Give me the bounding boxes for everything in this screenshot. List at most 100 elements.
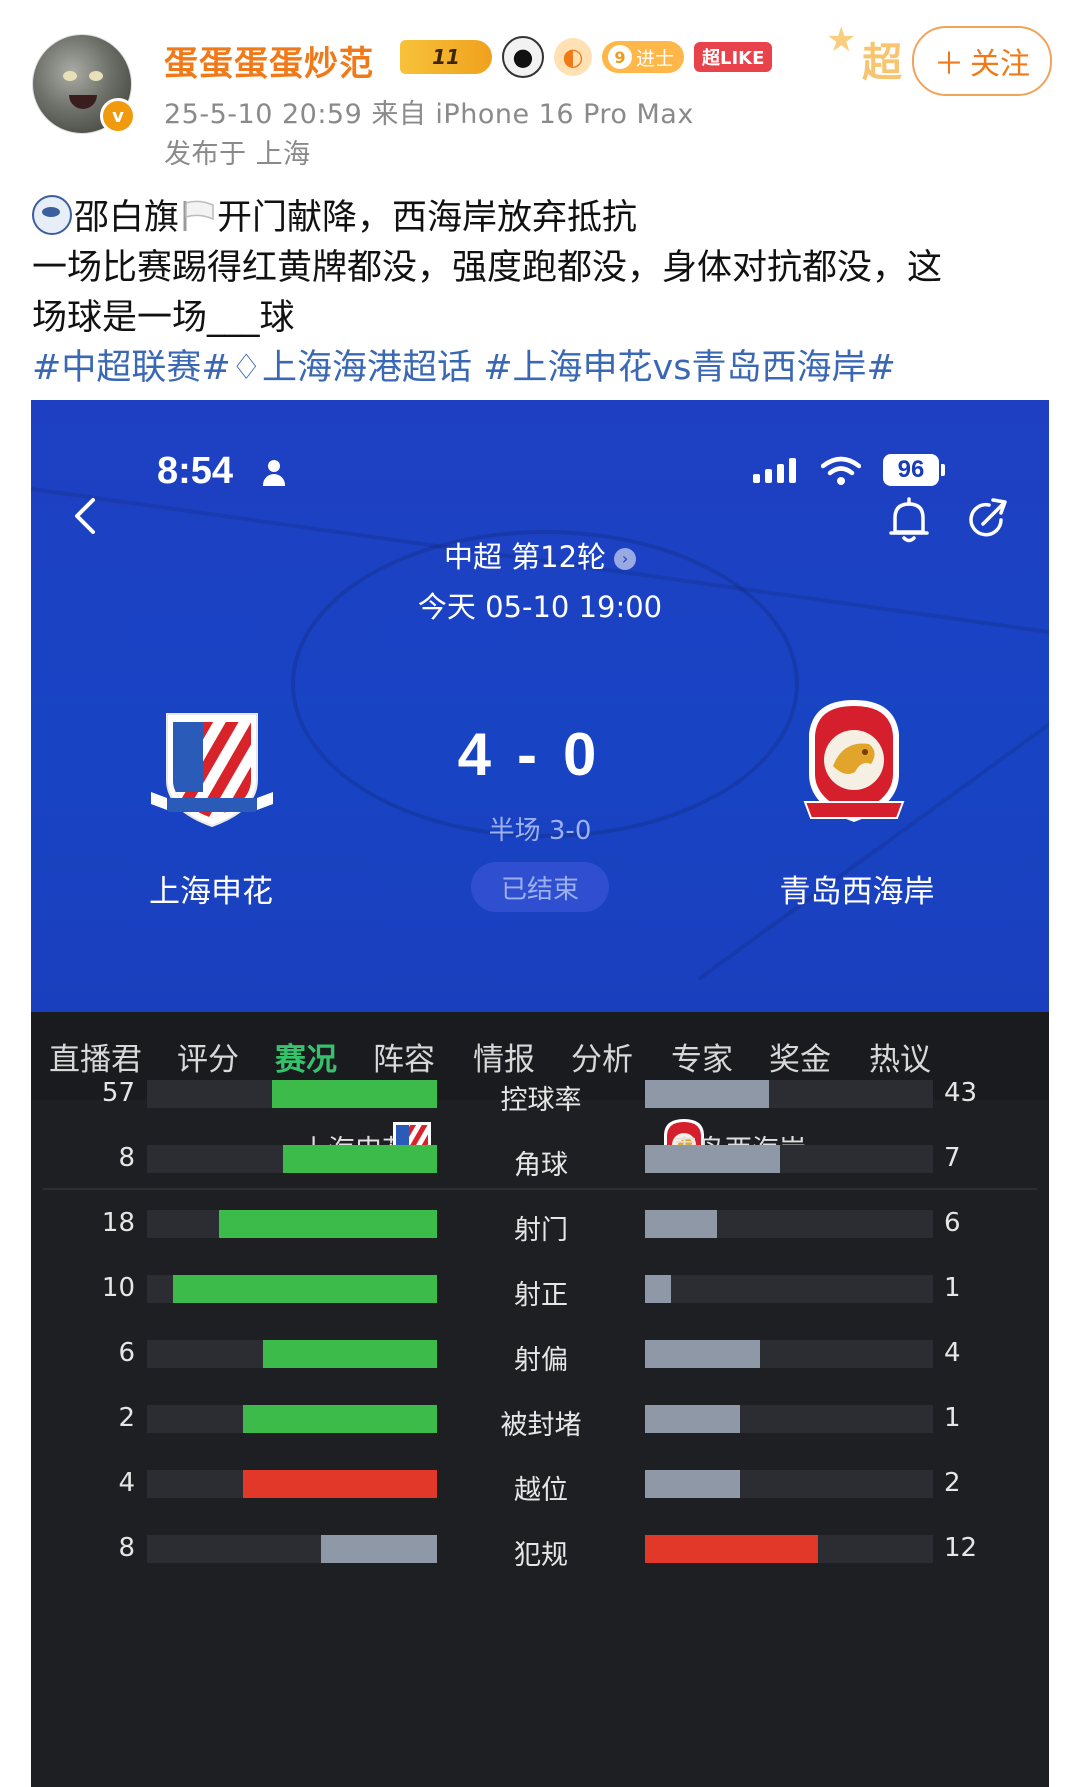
stat-away-bar (645, 1080, 769, 1108)
status-bar-time: 8:54 (157, 450, 234, 492)
league-round-label: 中超 第12轮 (443, 540, 607, 574)
weibo-post: v 蛋蛋蛋蛋炒范 11 ● ◐ 9 进士 超LIKE ★ 超 ＋ 关注 25-5… (0, 0, 1080, 1787)
stat-row: 10 射正 1 (31, 1269, 1049, 1311)
tab-lineup[interactable]: 阵容 (373, 1034, 435, 1079)
diamond-icon: ♢ (230, 348, 263, 388)
chao-deco-text: 超 (862, 40, 902, 86)
score-home: 4 (457, 721, 517, 788)
stat-home-bar-track (147, 1080, 437, 1108)
follow-label: 关注 (970, 47, 1030, 82)
tab-analysis[interactable]: 分析 (571, 1034, 633, 1079)
stat-home-bar (219, 1210, 437, 1238)
stat-home-bar (243, 1470, 437, 1498)
wifi-icon (821, 456, 861, 485)
stat-away-bar (645, 1405, 740, 1433)
topic-tag[interactable]: #中超联赛# (32, 348, 231, 388)
stat-label: 犯规 (514, 1540, 568, 1571)
stat-home-bar (173, 1275, 437, 1303)
stat-label: 射正 (514, 1280, 568, 1311)
stat-home-bar (272, 1080, 437, 1108)
stat-row: 57 控球率 43 (31, 1074, 1049, 1116)
share-icon[interactable] (965, 496, 1011, 542)
stat-row: 2 被封堵 1 (31, 1399, 1049, 1441)
post-text-segment: 邵白旗 (74, 198, 180, 238)
match-screenshot[interactable]: 8:54 96 中超 第12轮 › 今天 05-10 19:00 4-0 半场 … (31, 400, 1049, 1787)
stat-row: 18 射门 6 (31, 1204, 1049, 1246)
stat-away-bar-track (645, 1275, 933, 1303)
score-away: 0 (562, 721, 623, 788)
stat-away-bar-track (645, 1340, 933, 1368)
stat-home-value: 6 (118, 1338, 135, 1368)
stat-row: 4 越位 2 (31, 1464, 1049, 1506)
stat-home-value: 8 (118, 1143, 135, 1173)
tab-discussion[interactable]: 热议 (869, 1034, 931, 1079)
tab-ratings[interactable]: 评分 (177, 1034, 239, 1079)
away-team-name[interactable]: 青岛西海岸 (767, 866, 947, 911)
stat-label: 被封堵 (500, 1410, 582, 1441)
post-text-line-1: 邵白旗 开门献降，西海岸放弃抵抗 (32, 194, 1052, 242)
post-time-source: 25-5-10 20:59 来自 iPhone 16 Pro Max (164, 99, 694, 130)
stat-label: 角球 (514, 1150, 568, 1181)
stat-away-value: 12 (944, 1533, 978, 1563)
topic-tag[interactable]: #上海申花vs青岛西海岸# (483, 348, 896, 388)
stat-label: 控球率 (500, 1085, 582, 1116)
bell-icon[interactable] (887, 496, 931, 546)
score-separator: - (517, 721, 563, 788)
stat-away-bar-track (645, 1080, 933, 1108)
match-date: 今天 05-10 19:00 (417, 590, 663, 624)
stat-home-bar (243, 1405, 437, 1433)
stat-home-bar-track (147, 1535, 437, 1563)
fish-badge-icon[interactable]: ◐ (554, 38, 592, 76)
tab-match-stats[interactable]: 赛况 (275, 1034, 337, 1079)
stat-home-value: 4 (118, 1468, 135, 1498)
stat-away-bar (645, 1275, 671, 1303)
stat-away-value: 2 (944, 1468, 961, 1498)
home-team-name[interactable]: 上海申花 (129, 866, 293, 911)
stat-away-bar (645, 1340, 760, 1368)
rank-text: 进士 (636, 47, 675, 70)
super-fan-decoration: ★ 超 (826, 20, 922, 88)
rank-number: 9 (608, 45, 632, 69)
stat-away-value: 7 (944, 1143, 961, 1173)
plus-icon: ＋ (934, 47, 964, 82)
rank-badge[interactable]: 9 进士 (602, 41, 685, 73)
tab-prize[interactable]: 奖金 (769, 1034, 831, 1079)
stat-away-value: 4 (944, 1338, 961, 1368)
star-icon: ★ (826, 20, 857, 60)
stat-row: 8 角球 7 (31, 1139, 1049, 1181)
stat-away-bar-track (645, 1405, 933, 1433)
stats-divider (43, 1188, 1037, 1190)
stat-away-bar-track (645, 1470, 933, 1498)
stat-away-value: 6 (944, 1208, 961, 1238)
post-location: 发布于 上海 (164, 139, 311, 170)
stat-home-bar-track (147, 1145, 437, 1173)
tab-experts[interactable]: 专家 (671, 1034, 733, 1079)
stat-away-bar-track (645, 1535, 933, 1563)
stat-away-bar (645, 1210, 717, 1238)
stat-home-value: 10 (101, 1273, 135, 1303)
match-hero: 8:54 96 中超 第12轮 › 今天 05-10 19:00 4-0 半场 … (31, 400, 1049, 1012)
tab-intel[interactable]: 情报 (473, 1034, 535, 1079)
post-text-line-3: 场球是一场___球 (32, 298, 295, 338)
username[interactable]: 蛋蛋蛋蛋炒范 (164, 36, 374, 85)
follow-button[interactable]: ＋ 关注 (912, 26, 1052, 96)
signal-icon (753, 457, 796, 483)
stat-label: 射偏 (514, 1345, 568, 1376)
stat-home-value: 8 (118, 1533, 135, 1563)
stat-home-bar-track (147, 1340, 437, 1368)
chevron-right-icon: › (614, 548, 637, 570)
superlike-badge[interactable]: 超LIKE (694, 42, 773, 72)
panda-badge-icon[interactable]: ● (502, 36, 544, 78)
tab-live[interactable]: 直播君 (49, 1034, 142, 1079)
topic-tag[interactable]: 上海海港超话 (262, 348, 472, 388)
level-badge[interactable]: 11 (400, 40, 492, 74)
pitch-circle (291, 530, 799, 838)
stat-home-bar (283, 1145, 437, 1173)
white-flag-icon (183, 200, 214, 231)
avatar-mouth (69, 95, 97, 109)
score: 4-0 (31, 720, 1049, 789)
stat-home-value: 57 (101, 1078, 135, 1108)
post-text-segment: 开门献降，西海岸放弃抵抗 (217, 198, 638, 238)
stat-home-bar-track (147, 1275, 437, 1303)
stat-label: 越位 (514, 1475, 568, 1506)
